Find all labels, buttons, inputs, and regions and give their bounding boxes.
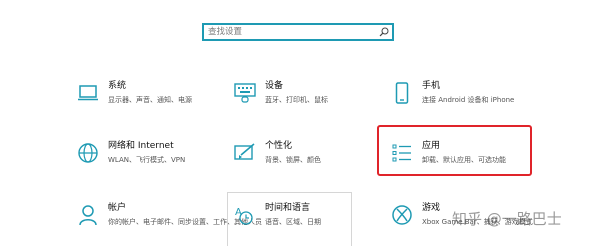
tile-title: 个性化 (265, 141, 293, 151)
phone-icon (390, 81, 414, 105)
tile-phone[interactable]: 手机 连接 Android 设备和 iPhone (390, 78, 540, 118)
highlight-box (377, 125, 532, 176)
tile-desc: WLAN、飞行模式、VPN (108, 156, 186, 164)
tile-system[interactable]: 系统 显示器、声音、通知、电源 (76, 78, 226, 118)
svg-text:A: A (235, 207, 242, 218)
tile-desc: 语音、区域、日期 (265, 218, 321, 226)
tile-title: 设备 (265, 81, 284, 91)
tile-time-language[interactable]: A 时间和语言 语音、区域、日期 (233, 200, 383, 240)
tile-title: 系统 (108, 81, 127, 91)
keyboard-icon (233, 81, 257, 105)
tile-devices[interactable]: 设备 蓝牙、打印机、鼠标 (233, 78, 383, 118)
tile-desc: 连接 Android 设备和 iPhone (422, 96, 515, 104)
search-icon[interactable] (376, 25, 392, 39)
tile-title: 手机 (422, 81, 441, 91)
brush-icon (233, 141, 257, 165)
tile-title: 网络和 Internet (108, 141, 174, 151)
search-box[interactable] (202, 23, 394, 41)
time-language-icon: A (233, 203, 257, 227)
search-input[interactable] (204, 25, 376, 39)
laptop-icon (76, 81, 100, 105)
tile-personalization[interactable]: 个性化 背景、锁屏、颜色 (233, 138, 383, 178)
watermark: 知乎 @一路巴士 (452, 210, 562, 228)
tile-desc: 背景、锁屏、颜色 (265, 156, 321, 164)
tile-network[interactable]: 网络和 Internet WLAN、飞行模式、VPN (76, 138, 226, 178)
tile-desc: 蓝牙、打印机、鼠标 (265, 96, 328, 104)
tile-accounts[interactable]: 帐户 你的帐户、电子邮件、同步设置、工作、其他人员 (76, 200, 262, 240)
xbox-icon (390, 203, 414, 227)
tile-desc: 显示器、声音、通知、电源 (108, 96, 192, 104)
tile-title: 时间和语言 (265, 203, 311, 213)
globe-icon (76, 141, 100, 165)
person-icon (76, 203, 100, 227)
